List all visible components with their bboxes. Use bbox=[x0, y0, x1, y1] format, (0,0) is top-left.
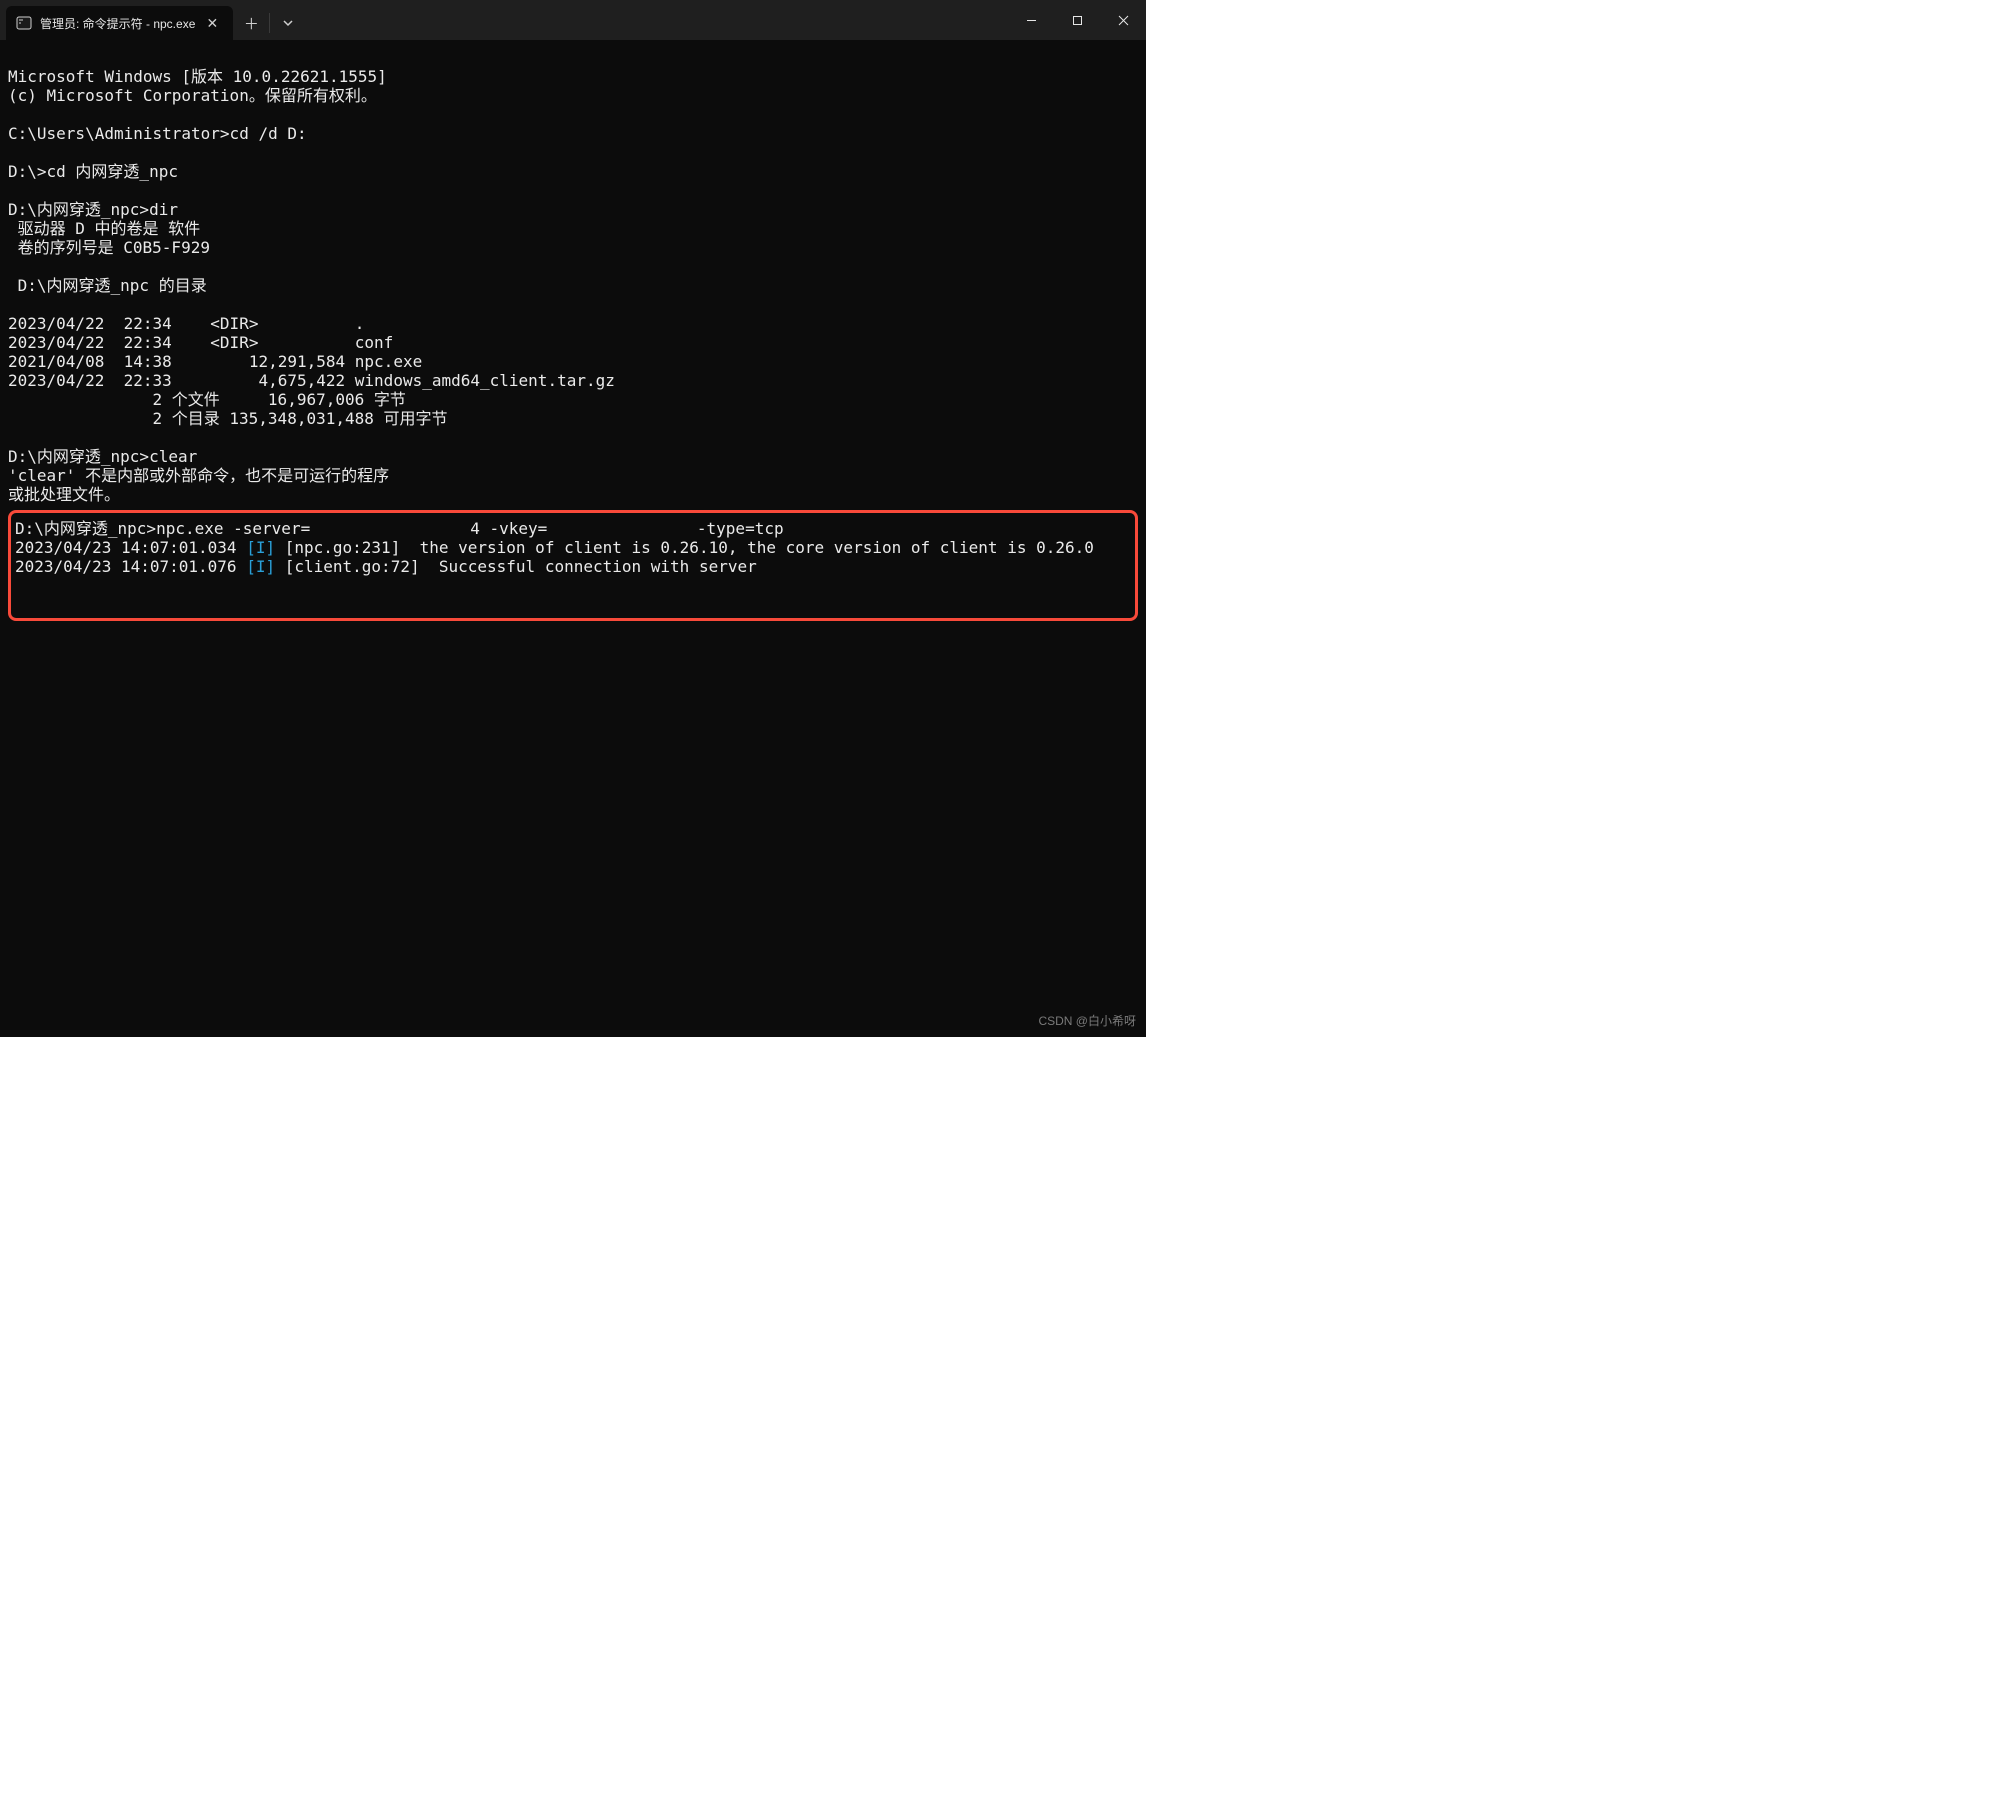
watermark: CSDN @白小希呀 bbox=[1038, 1012, 1136, 1031]
prompt: D:\内网穿透_npc> bbox=[15, 519, 156, 538]
close-button[interactable] bbox=[1100, 0, 1146, 40]
terminal-window: 管理员: 命令提示符 - npc.exe ✕ ＋ Microsoft Windo… bbox=[0, 0, 1146, 1037]
log-message: [npc.go:231] the version of client is 0.… bbox=[275, 538, 1094, 557]
output-line: 'clear' 不是内部或外部命令，也不是可运行的程序 bbox=[8, 466, 389, 485]
terminal-icon bbox=[16, 15, 32, 31]
log-timestamp: 2023/04/23 14:07:01.076 bbox=[15, 557, 246, 576]
log-message: [client.go:72] Successful connection wit… bbox=[275, 557, 766, 576]
titlebar-drag-area[interactable] bbox=[306, 0, 1008, 40]
redacted-server bbox=[310, 521, 470, 537]
log-level: [I] bbox=[246, 557, 275, 576]
output-line: 2021/04/08 14:38 12,291,584 npc.exe bbox=[8, 352, 422, 371]
tab-close-button[interactable]: ✕ bbox=[203, 14, 221, 32]
output-line: 2023/04/22 22:34 <DIR> conf bbox=[8, 333, 393, 352]
output-line: C:\Users\Administrator>cd /d D: bbox=[8, 124, 307, 143]
terminal-body[interactable]: Microsoft Windows [版本 10.0.22621.1555] (… bbox=[0, 40, 1146, 1037]
minimize-button[interactable] bbox=[1008, 0, 1054, 40]
highlight-box: D:\内网穿透_npc>npc.exe -server= 4 -vkey= -ty… bbox=[8, 510, 1138, 621]
maximize-button[interactable] bbox=[1054, 0, 1100, 40]
log-timestamp: 2023/04/23 14:07:01.034 bbox=[15, 538, 246, 557]
output-line: D:\内网穿透_npc 的目录 bbox=[8, 276, 207, 295]
redacted-server2 bbox=[766, 559, 946, 575]
output-line: 2023/04/22 22:34 <DIR> . bbox=[8, 314, 364, 333]
titlebar: 管理员: 命令提示符 - npc.exe ✕ ＋ bbox=[0, 0, 1146, 40]
tab-dropdown-button[interactable] bbox=[270, 6, 306, 40]
window-controls bbox=[1008, 0, 1146, 40]
output-line: D:\>cd 内网穿透_npc bbox=[8, 162, 178, 181]
output-line: 或批处理文件。 bbox=[8, 485, 120, 504]
command-part: 4 -vkey= bbox=[470, 519, 547, 538]
output-line: 2 个目录 135,348,031,488 可用字节 bbox=[8, 409, 448, 428]
output-line: D:\内网穿透_npc>clear bbox=[8, 447, 197, 466]
log-level: [I] bbox=[246, 538, 275, 557]
new-tab-button[interactable]: ＋ bbox=[233, 6, 269, 40]
command-part: npc.exe -server= bbox=[156, 519, 310, 538]
output-line: 2 个文件 16,967,006 字节 bbox=[8, 390, 406, 409]
tab-title: 管理员: 命令提示符 - npc.exe bbox=[40, 15, 195, 32]
redacted-vkey bbox=[547, 521, 687, 537]
output-line: 卷的序列号是 C0B5-F929 bbox=[8, 238, 210, 257]
output-line: 驱动器 D 中的卷是 软件 bbox=[8, 219, 200, 238]
output-line: 2023/04/22 22:33 4,675,422 windows_amd64… bbox=[8, 371, 615, 390]
output-line: (c) Microsoft Corporation。保留所有权利。 bbox=[8, 86, 377, 105]
output-line: Microsoft Windows [版本 10.0.22621.1555] bbox=[8, 67, 387, 86]
tab-active[interactable]: 管理员: 命令提示符 - npc.exe ✕ bbox=[6, 6, 233, 40]
output-line: D:\内网穿透_npc>dir bbox=[8, 200, 178, 219]
command-part: -type=tcp bbox=[687, 519, 783, 538]
